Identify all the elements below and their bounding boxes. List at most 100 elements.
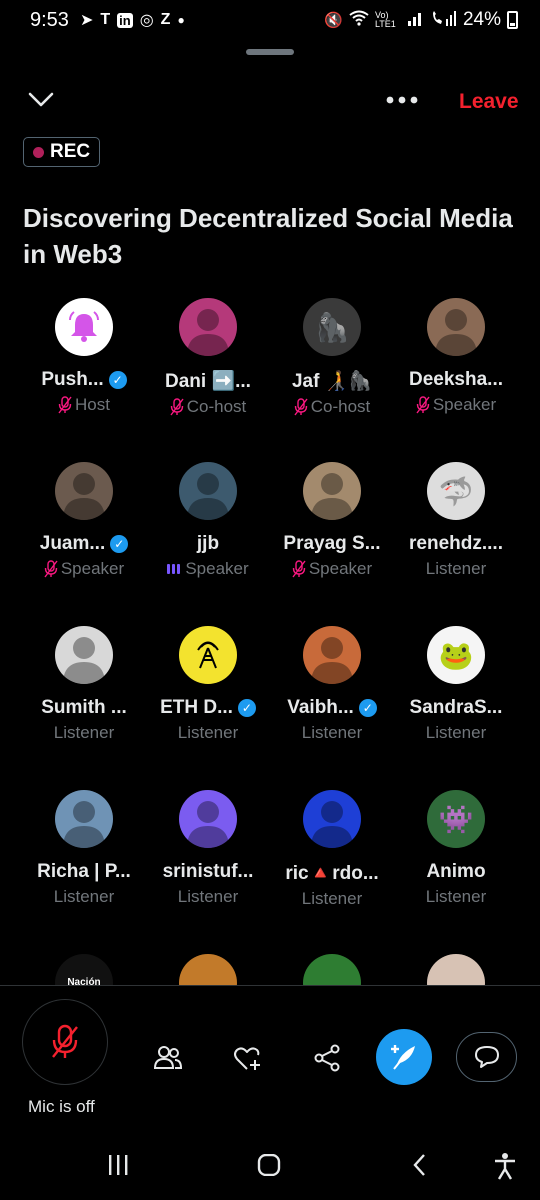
participants-icon[interactable] <box>153 1043 183 1073</box>
comments-button[interactable] <box>456 1032 517 1082</box>
dot-icon: ● <box>177 13 185 27</box>
avatar[interactable] <box>55 462 113 520</box>
shark-icon: 🦈 <box>438 475 474 507</box>
participant-role-text: Speaker <box>60 559 125 578</box>
participant-card[interactable]: Richa | P... Listener <box>22 790 146 954</box>
participant-role-text: Listener <box>301 723 363 742</box>
participant-card[interactable]: 🐸 SandraS... Listener <box>394 626 518 790</box>
share-icon[interactable] <box>312 1043 342 1073</box>
avatar[interactable]: 🦈 <box>427 462 485 520</box>
frog-icon: 🐸 <box>438 639 474 671</box>
home-icon[interactable] <box>257 1154 281 1176</box>
avatar[interactable] <box>179 790 237 848</box>
participant-name-text: Prayag S... <box>283 533 381 554</box>
participant-role: Speaker <box>167 559 249 579</box>
avatar[interactable]: 🦍 <box>303 298 361 356</box>
participant-card[interactable]: 🦈 renehdz.... Listener <box>394 462 518 626</box>
participant-name: Animo <box>426 861 485 883</box>
participant-card[interactable]: ric🔺rdo... Listener <box>270 790 394 954</box>
participant-role-text: Speaker <box>432 395 497 414</box>
avatar[interactable] <box>303 462 361 520</box>
avatar[interactable] <box>179 298 237 356</box>
app-icon: ◎ <box>139 12 154 29</box>
bell-icon <box>69 311 99 342</box>
ape-icon: 🦍 <box>314 311 350 343</box>
compose-post-button[interactable] <box>376 1029 432 1085</box>
participant-name-text: Jaf 🧑‍🦯🦍 <box>291 371 373 392</box>
android-nav-bar <box>0 1130 540 1200</box>
recent-apps-icon[interactable] <box>106 1154 130 1176</box>
telegram-icon: ➤ <box>79 12 94 29</box>
leave-button[interactable]: Leave <box>459 90 519 114</box>
person-icon <box>311 473 353 520</box>
signal-icon <box>407 10 425 30</box>
mic-off-icon <box>52 1024 78 1058</box>
participant-name-text: Animo <box>426 861 486 882</box>
participant-card[interactable]: ETH D... ✓ Listener <box>146 626 270 790</box>
person-icon <box>63 637 105 684</box>
space-topbar: Leave <box>0 82 540 124</box>
avatar[interactable] <box>303 626 361 684</box>
participant-role-text: Listener <box>425 887 487 906</box>
minimize-chevron-down-icon[interactable] <box>28 86 54 112</box>
participant-card[interactable]: 🦍 Jaf 🧑‍🦯🦍 Co-host <box>270 298 394 462</box>
participant-card[interactable]: 👾 Animo Listener <box>394 790 518 954</box>
avatar[interactable] <box>179 462 237 520</box>
participant-name: Sumith ... <box>41 697 127 719</box>
participant-card[interactable]: Vaibh... ✓ Listener <box>270 626 394 790</box>
participant-name: jjb <box>197 533 219 555</box>
drag-handle[interactable] <box>246 49 294 55</box>
avatar[interactable] <box>55 298 113 356</box>
participant-role-text: Listener <box>425 723 487 742</box>
status-time: 9:53 <box>30 8 69 31</box>
participant-role: Host <box>58 395 110 415</box>
participant-card[interactable]: Deeksha... Speaker <box>394 298 518 462</box>
participant-name-text: ric🔺rdo... <box>285 863 379 884</box>
teams-icon: T <box>100 11 111 28</box>
participant-role: Speaker <box>416 395 496 415</box>
participant-card[interactable]: Sumith ... Listener <box>22 626 146 790</box>
avatar[interactable]: 👾 <box>427 790 485 848</box>
mute-icon: 🔇 <box>324 12 343 29</box>
reaction-heart-icon[interactable] <box>232 1043 262 1073</box>
person-icon <box>435 309 477 356</box>
status-left: 9:53 ➤ T in ◎ Z ● <box>30 9 185 32</box>
participant-role: Listener <box>302 889 362 909</box>
participant-card[interactable]: Dani ➡️... Co-host <box>146 298 270 462</box>
space-title: Discovering Decentralized Social Media i… <box>23 203 513 269</box>
participant-name-text: Vaibh... <box>287 697 354 718</box>
participant-role-text: Listener <box>177 723 239 742</box>
avatar[interactable]: 🐸 <box>427 626 485 684</box>
participant-role: Listener <box>426 723 486 743</box>
participant-name: SandraS... <box>410 697 503 719</box>
person-icon <box>311 637 353 684</box>
avatar[interactable] <box>55 790 113 848</box>
participant-name-text: Richa | P... <box>37 861 131 882</box>
avatar[interactable] <box>179 626 237 684</box>
participant-role: Speaker <box>44 559 124 579</box>
mic-toggle-button[interactable] <box>22 999 108 1085</box>
accessibility-icon[interactable] <box>493 1152 517 1180</box>
avatar[interactable] <box>303 790 361 848</box>
person-icon <box>187 473 229 520</box>
call-signal-icon <box>431 10 457 30</box>
more-options-icon[interactable] <box>385 90 419 110</box>
participant-role: Speaker <box>292 559 372 579</box>
participant-card[interactable]: jjb Speaker <box>146 462 270 626</box>
avatar[interactable] <box>427 298 485 356</box>
participant-card[interactable]: Push... ✓ Host <box>22 298 146 462</box>
participant-role: Listener <box>178 723 238 743</box>
participant-name-text: ETH D... <box>160 697 233 718</box>
participant-card[interactable]: Prayag S... Speaker <box>270 462 394 626</box>
participant-name-text: SandraS... <box>409 697 503 718</box>
person-icon <box>187 801 229 848</box>
mic-status-label: Mic is off <box>28 1097 95 1116</box>
verified-badge-icon: ✓ <box>358 699 377 717</box>
participant-card[interactable]: srinistuf... Listener <box>146 790 270 954</box>
participant-card[interactable]: Juam... ✓ Speaker <box>22 462 146 626</box>
participant-name: ric🔺rdo... <box>285 861 378 885</box>
participant-name: Push... ✓ <box>41 369 127 391</box>
participant-name-text: Push... <box>41 369 104 390</box>
avatar[interactable] <box>55 626 113 684</box>
back-icon[interactable] <box>410 1154 430 1176</box>
